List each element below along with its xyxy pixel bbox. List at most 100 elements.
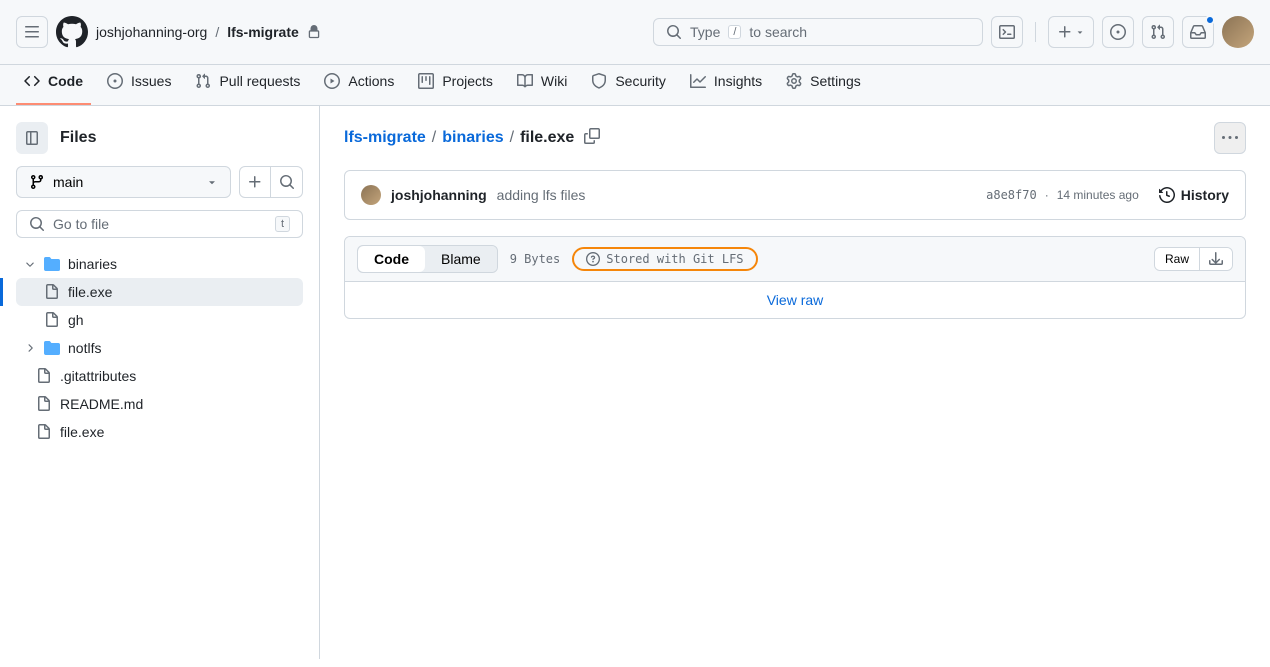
plus-icon [1057,24,1073,40]
play-icon [324,73,340,89]
hamburger-icon [24,24,40,40]
tab-security[interactable]: Security [583,65,674,105]
pull-requests-button[interactable] [1142,16,1174,48]
search-placeholder-suffix: to search [749,24,807,40]
history-icon [1159,187,1175,203]
tree-folder-notlfs[interactable]: notlfs [16,334,303,362]
pull-request-icon [1150,24,1166,40]
tree-file-file-exe-root[interactable]: file.exe [16,418,303,446]
tree-folder-binaries[interactable]: binaries [16,250,303,278]
commit-message[interactable]: adding lfs files [497,187,586,203]
github-logo[interactable] [56,16,88,48]
blame-view-tab[interactable]: Blame [425,246,497,272]
commit-author[interactable]: joshjohanning [391,187,487,203]
shield-icon [591,73,607,89]
branch-icon [29,174,45,190]
commit-sha[interactable]: a8e8f70 [986,188,1037,202]
user-avatar[interactable] [1222,16,1254,48]
path-folder-link[interactable]: binaries [442,129,503,147]
tree-file-gh[interactable]: gh [16,306,303,334]
collapse-sidebar-button[interactable] [16,122,48,154]
search-input[interactable]: Type / to search [653,18,983,46]
history-link[interactable]: History [1159,187,1229,203]
tree-file-gitattributes[interactable]: .gitattributes [16,362,303,390]
tab-pulls[interactable]: Pull requests [187,65,308,105]
repo-nav: Code Issues Pull requests Actions Projec… [0,65,1270,106]
file-icon [44,312,60,328]
view-mode-tabs: Code Blame [357,245,498,273]
latest-commit-box: joshjohanning adding lfs files a8e8f70 ·… [344,170,1246,220]
repo-breadcrumb: joshjohanning-org / lfs-migrate [96,24,321,40]
file-filter-input[interactable]: Go to file t [16,210,303,238]
search-icon [29,216,45,232]
chevron-right-icon [24,342,36,354]
issue-icon [1110,24,1126,40]
gear-icon [786,73,802,89]
path-current-file: file.exe [520,129,574,147]
tree-file-file-exe[interactable]: file.exe [16,278,303,306]
breadcrumb-separator: / [215,24,219,40]
chevron-down-icon [1075,27,1085,37]
branch-selector[interactable]: main [16,166,231,198]
tab-issues[interactable]: Issues [99,65,179,105]
table-icon [418,73,434,89]
file-icon [44,284,60,300]
commit-avatar[interactable] [361,185,381,205]
copy-icon [584,128,600,144]
folder-icon [44,340,60,356]
lfs-badge[interactable]: Stored with Git LFS [572,247,757,271]
plus-icon [247,174,263,190]
file-size: 9 Bytes [510,252,561,266]
chevron-down-icon [24,258,36,270]
chevron-down-icon [206,176,218,188]
lock-icon [307,25,321,39]
download-icon [1208,251,1224,267]
create-new-button[interactable] [1048,16,1094,48]
view-raw-link[interactable]: View raw [767,292,824,308]
hamburger-menu[interactable] [16,16,48,48]
file-icon [36,396,52,412]
command-palette-button[interactable] [991,16,1023,48]
graph-icon [690,73,706,89]
search-placeholder-prefix: Type [690,24,720,40]
file-icon [36,424,52,440]
commit-time: 14 minutes ago [1057,188,1139,202]
file-view-box: Code Blame 9 Bytes Stored with Git LFS R… [344,236,1246,319]
repo-link[interactable]: lfs-migrate [227,24,299,40]
tab-insights[interactable]: Insights [682,65,770,105]
more-actions-button[interactable] [1214,122,1246,154]
code-view-tab[interactable]: Code [358,246,425,272]
search-icon [279,174,295,190]
kebab-icon [1222,130,1238,146]
tab-projects[interactable]: Projects [410,65,501,105]
file-path-breadcrumb: lfs-migrate / binaries / file.exe [344,124,604,153]
file-tree: binaries file.exe gh notlfs .gitattribut… [16,250,303,446]
search-icon [666,24,682,40]
notifications-button[interactable] [1182,16,1214,48]
tree-file-readme[interactable]: README.md [16,390,303,418]
pull-request-icon [195,73,211,89]
notification-indicator [1205,15,1215,25]
tab-settings[interactable]: Settings [778,65,869,105]
search-tree-button[interactable] [271,166,303,198]
file-icon [36,368,52,384]
issues-button[interactable] [1102,16,1134,48]
raw-button[interactable]: Raw [1155,248,1199,270]
path-repo-link[interactable]: lfs-migrate [344,129,426,147]
book-icon [517,73,533,89]
org-link[interactable]: joshjohanning-org [96,24,207,40]
tab-code[interactable]: Code [16,65,91,105]
download-button[interactable] [1199,248,1232,270]
code-icon [24,73,40,89]
question-icon [586,252,600,266]
issue-icon [107,73,123,89]
add-file-button[interactable] [239,166,271,198]
tab-wiki[interactable]: Wiki [509,65,575,105]
search-key-hint: / [728,25,741,39]
sidebar-title: Files [60,129,96,147]
inbox-icon [1190,24,1206,40]
tab-actions[interactable]: Actions [316,65,402,105]
sidebar-icon [24,130,40,146]
copy-path-button[interactable] [580,124,604,153]
folder-icon [44,256,60,272]
